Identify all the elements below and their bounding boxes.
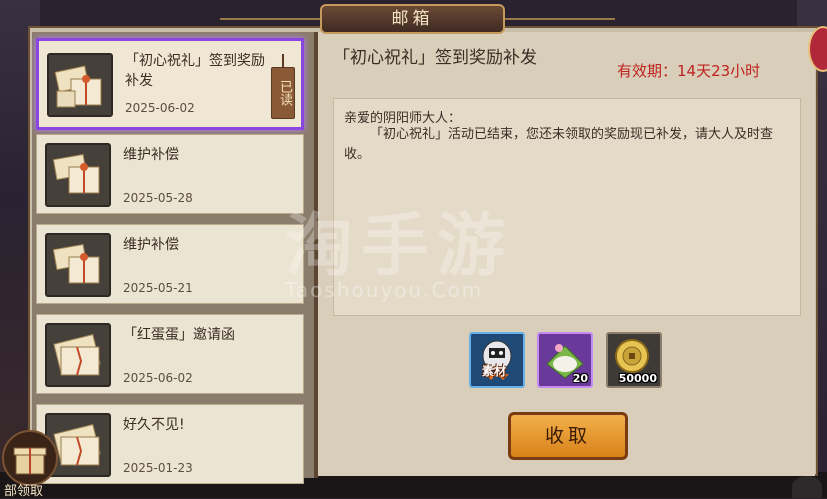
mail-item-title: 维护补偿 xyxy=(123,147,179,163)
mail-item[interactable]: 维护补偿 2025-05-28 xyxy=(36,134,304,214)
mail-item-date: 2025-06-02 xyxy=(125,101,195,115)
collect-all-button[interactable]: 部领取 xyxy=(0,428,60,499)
chat-bubble-icon[interactable] xyxy=(792,476,822,498)
mail-item-date: 2025-05-28 xyxy=(123,191,193,205)
reward-daruma[interactable]: 素材 xyxy=(469,332,525,388)
expiry-label: 有效期：14天23小时 xyxy=(617,62,761,80)
watermark: 淘手游 xyxy=(285,207,514,286)
reward-quantity: 50000 xyxy=(618,372,657,385)
collect-button[interactable]: 收取 xyxy=(508,412,628,460)
collect-button-label: 收取 xyxy=(544,425,591,447)
letter-bundle-icon xyxy=(45,323,111,387)
letter-body: 「初心祝礼」活动已结束，您还未领取的奖励现已补发，请大人及时查收。 xyxy=(344,127,774,162)
mail-item-date: 2025-06-02 xyxy=(123,371,193,385)
mail-item-title: 「红蛋蛋」邀请函 xyxy=(123,327,235,343)
letter-greeting: 亲爱的阴阳师大人： xyxy=(344,111,462,126)
read-tag: 已读 xyxy=(271,54,295,119)
mail-item-title: 「初心祝礼」签到奖励补发 xyxy=(125,53,265,89)
gift-box-icon xyxy=(2,430,58,486)
mail-item[interactable]: 「初心祝礼」签到奖励补发 2025-06-02 已读 xyxy=(36,38,304,130)
reward-coins[interactable]: 50000 xyxy=(606,332,662,388)
title-ornament-right xyxy=(505,18,615,20)
gift-package-icon xyxy=(45,233,111,297)
title-ornament-left xyxy=(220,18,320,20)
gift-package-icon xyxy=(47,53,113,117)
collect-all-label: 部领取 xyxy=(4,484,44,499)
reward-quantity: 20 xyxy=(572,372,588,385)
watermark-sub: Taoshouyou.Com xyxy=(285,278,484,302)
mail-item[interactable]: 维护补偿 2025-05-21 xyxy=(36,224,304,304)
mail-item-date: 2025-05-21 xyxy=(123,281,193,295)
mail-detail-title: 「初心祝礼」签到奖励补发 xyxy=(333,48,537,68)
mail-item[interactable]: 好久不见! 2025-01-23 xyxy=(36,404,304,484)
gift-package-icon xyxy=(45,143,111,207)
reward-material-tag: 素材 xyxy=(482,364,507,378)
reward-rice-cake[interactable]: 20 xyxy=(537,332,593,388)
mail-item[interactable]: 「红蛋蛋」邀请函 2025-06-02 xyxy=(36,314,304,394)
window-title: 邮箱 xyxy=(320,4,505,34)
mail-item-title: 好久不见! xyxy=(123,417,185,433)
mail-item-title: 维护补偿 xyxy=(123,237,179,253)
window-title-text: 邮箱 xyxy=(391,9,434,29)
mail-item-date: 2025-01-23 xyxy=(123,461,193,475)
